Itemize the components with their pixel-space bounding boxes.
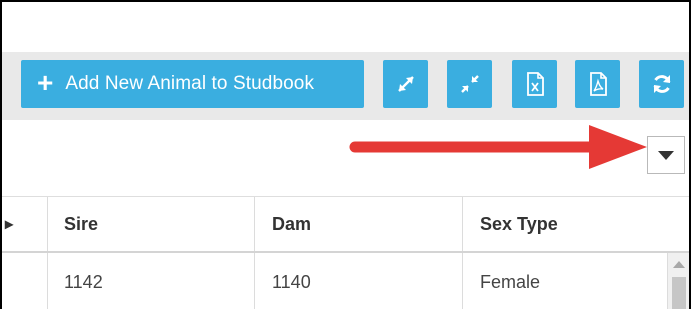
table-header: ▸ Sire Dam Sex Type xyxy=(2,197,689,253)
collapse-button[interactable] xyxy=(447,60,492,108)
truncated-column-marker: ▸ xyxy=(4,216,14,233)
grid-panel: + Add New Animal to Studbook ▸ Sire Dam … xyxy=(0,0,691,309)
refresh-button[interactable] xyxy=(639,60,684,108)
export-excel-button[interactable] xyxy=(512,60,557,108)
plus-icon: + xyxy=(37,67,54,98)
column-header-sire[interactable]: Sire xyxy=(64,197,254,251)
expand-icon xyxy=(397,76,414,92)
cell-dam: 1140 xyxy=(272,271,311,292)
table-row[interactable]: 1142 1140 Female xyxy=(2,253,667,309)
scroll-up-icon[interactable] xyxy=(673,261,685,268)
column-header-dam[interactable]: Dam xyxy=(272,197,462,251)
column-menu-dropdown[interactable] xyxy=(647,136,685,174)
cell-sex-type: Female xyxy=(480,271,541,292)
vertical-scrollbar[interactable] xyxy=(667,253,689,309)
add-new-animal-button[interactable]: + Add New Animal to Studbook xyxy=(21,60,364,108)
cell-sire: 1142 xyxy=(64,271,103,292)
refresh-icon xyxy=(653,75,670,93)
caret-down-icon xyxy=(658,151,674,160)
add-new-animal-label: Add New Animal to Studbook xyxy=(65,73,315,94)
collapse-icon xyxy=(460,75,479,93)
export-pdf-button[interactable] xyxy=(575,60,620,108)
column-header-sex-type[interactable]: Sex Type xyxy=(480,197,680,251)
annotation-arrow-icon xyxy=(349,125,647,169)
pdf-export-icon xyxy=(589,72,607,96)
expand-button[interactable] xyxy=(383,60,428,108)
excel-export-icon xyxy=(526,72,544,96)
scroll-thumb[interactable] xyxy=(672,277,686,309)
